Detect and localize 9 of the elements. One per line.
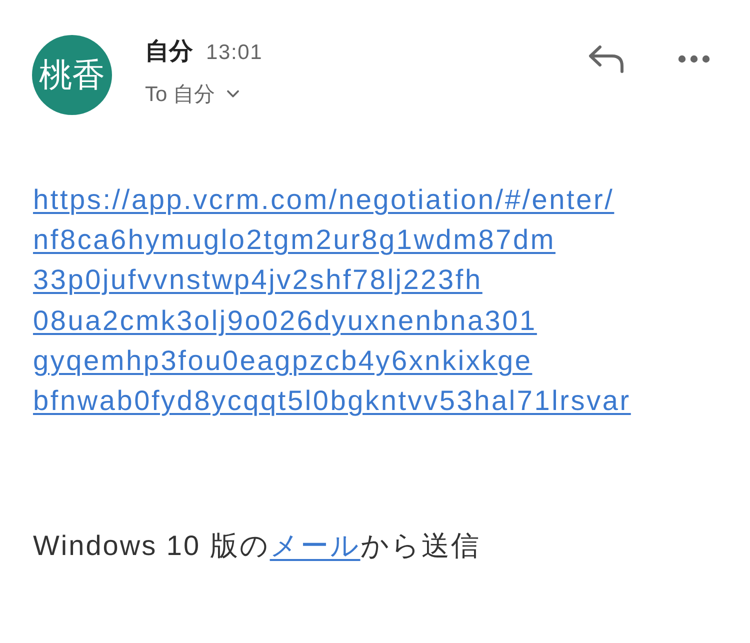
sender-name: 自分 — [145, 37, 193, 67]
url-link[interactable]: https://app.vcrm.com/negotiation/#/enter/ nf8ca6hymuglo2tgm2ur8g1wdm87dm 33p0jufvvnstwp4jv2shf78lj223fh 08ua2cmk3olj9o026dyuxnenbna301 gyqemhp3fou0eagpzcb4y6xnkixkge bfnwab0fyd8ycqqt5l0bgkntvv53hal71lrsvar — [33, 180, 631, 422]
more-options-icon[interactable] — [678, 55, 710, 63]
mail-app-link[interactable]: メール — [270, 530, 360, 562]
avatar: 桃香 — [32, 35, 112, 115]
recipients-dropdown[interactable]: To 自分 — [145, 80, 240, 108]
signature-text: Windows 10 版の メールから送信 — [33, 529, 480, 564]
sent-time: 13:01 — [206, 41, 263, 65]
reply-icon[interactable] — [588, 45, 625, 73]
